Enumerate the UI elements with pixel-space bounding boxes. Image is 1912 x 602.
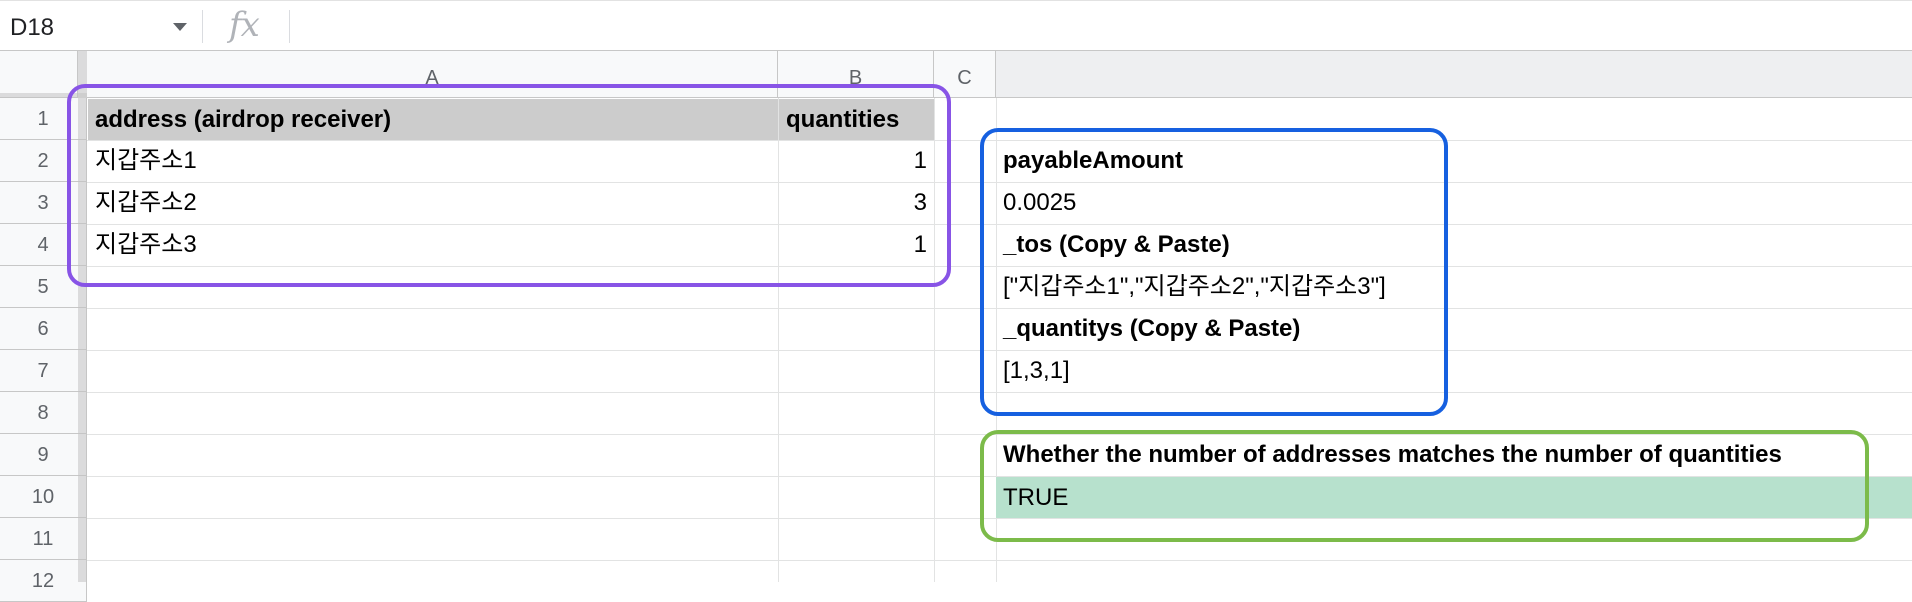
- select-all-corner[interactable]: [0, 51, 78, 98]
- divider: [202, 10, 203, 43]
- chevron-down-icon[interactable]: [173, 23, 187, 31]
- row-header-8[interactable]: 8: [0, 392, 87, 434]
- row-header-12[interactable]: 12: [0, 560, 87, 602]
- row-header-6[interactable]: 6: [0, 308, 87, 350]
- row-header-10[interactable]: 10: [0, 476, 87, 518]
- name-box[interactable]: D18: [10, 14, 54, 42]
- row-header-11[interactable]: 11: [0, 518, 87, 560]
- row-header-7[interactable]: 7: [0, 350, 87, 392]
- formula-bar: D18 fx: [0, 0, 1912, 51]
- fx-icon: fx: [229, 5, 260, 45]
- green-annotation-outline: [980, 430, 1869, 542]
- row-header-9[interactable]: 9: [0, 434, 87, 476]
- column-header-d[interactable]: [996, 51, 1912, 98]
- purple-annotation-outline: [67, 84, 951, 287]
- blue-annotation-outline: [980, 128, 1448, 416]
- gridline: [87, 560, 1912, 561]
- divider: [289, 10, 290, 43]
